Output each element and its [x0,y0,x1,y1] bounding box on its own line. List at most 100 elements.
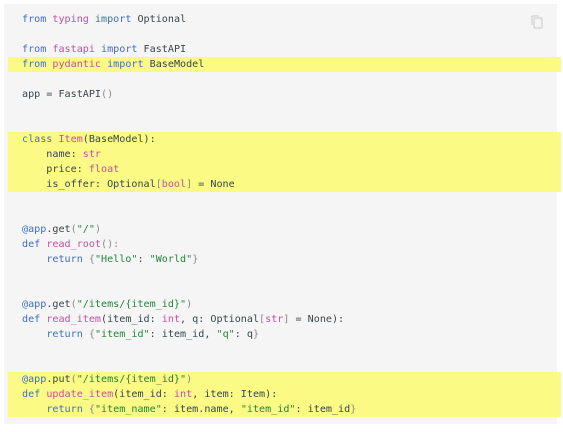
code-token: from [22,44,47,55]
code-token: int [161,314,181,325]
code-token: = None): [289,314,345,325]
code-token: .get [46,299,71,310]
code-token: return [46,404,83,415]
code-token: from [22,59,47,70]
code-token: (item_id: [101,314,162,325]
code-token: import [107,59,144,70]
code-token: def [22,314,41,325]
code-token: : item_id, [149,329,217,340]
code-line: from typing import Optional [8,12,561,27]
code-token: typing [52,14,89,25]
code-block[interactable]: from typing import Optional from fastapi … [4,4,561,424]
code-token: } [192,254,199,265]
highlighted-code-line: from pydantic import BaseModel [8,57,561,72]
code-token: str [265,314,284,325]
code-token: (item_id: [113,389,174,400]
code-token: from [22,14,47,25]
code-token: BaseModel [143,59,205,70]
code-line: return {"Hello": "World"} [8,252,561,267]
code-token: : item_id [295,404,351,415]
code-token: "q" [216,329,235,340]
code-line: def read_root(): [8,237,561,252]
code-token: return [46,254,83,265]
code-token: name: [22,149,83,160]
code-token: "World" [149,254,193,265]
code-token: def [22,239,41,250]
copy-icon[interactable] [531,15,543,29]
code-token: "/" [76,224,95,235]
code-token: fastapi [52,44,95,55]
code-token: @app [22,374,47,385]
code-token: : [137,254,150,265]
code-token: str [82,149,102,160]
code-token: = None [192,179,235,190]
code-token: read_root [46,239,102,250]
code-panel: from typing import Optional from fastapi … [0,0,563,432]
code-token: "Hello" [94,254,138,265]
code-token: pydantic [52,59,102,70]
highlighted-code-line: @app.put("/items/{item_id}") [8,372,561,387]
highlighted-code-line: price: float [8,162,561,177]
code-line: from fastapi import FastAPI [8,42,561,57]
code-token: , item: Item): [192,389,278,400]
code-token: is_offer: Optional [22,179,156,190]
code-line: @app.get("/") [8,222,561,237]
code-token: bool [161,179,187,190]
code-token: @app [22,224,47,235]
code-lines[interactable]: from typing import Optional from fastapi … [8,12,561,417]
code-line: @app.get("/items/{item_id}") [8,297,561,312]
code-token: @app [22,299,47,310]
code-token: , q: Optional [180,314,260,325]
code-line: def read_item(item_id: int, q: Optional[… [8,312,561,327]
code-token: } [252,329,260,340]
code-token: ) [94,224,102,235]
code-token: return [46,329,83,340]
code-token: ) [186,374,193,385]
code-token: "item_name" [94,404,162,415]
code-token: "/items/{item_id}" [76,374,187,385]
code-token: "item_id" [240,404,296,415]
code-token: } [350,404,357,415]
code-token: Item [58,134,83,145]
code-token: () [101,89,114,100]
code-token: update_item [46,389,114,400]
code-token: : q [234,329,253,340]
code-token: float [88,164,120,175]
code-token: read_item [46,314,102,325]
code-token: price: [22,164,89,175]
code-token: .put [46,374,71,385]
code-token: import [101,44,138,55]
code-token: "item_id" [94,329,150,340]
code-token: FastAPI [137,44,187,55]
code-token: (): [101,239,120,250]
code-token: Optional [131,14,187,25]
code-token: : item.name, [161,404,241,415]
code-token: .get [46,224,71,235]
code-token: import [94,14,132,25]
code-token: app = FastAPI [22,89,102,100]
highlighted-code-line: name: str [8,147,561,162]
code-token: (BaseModel): [82,134,156,145]
code-token: ) [186,299,193,310]
code-token: class [22,134,53,145]
code-token: def [22,389,41,400]
code-token: int [173,389,193,400]
highlighted-code-line: class Item(BaseModel): [8,132,561,147]
highlighted-code-line: is_offer: Optional[bool] = None [8,177,561,192]
code-token: "/items/{item_id}" [76,299,187,310]
code-line: return {"item_id": item_id, "q": q} [8,327,561,342]
highlighted-code-line: return {"item_name": item.name, "item_id… [8,402,561,417]
